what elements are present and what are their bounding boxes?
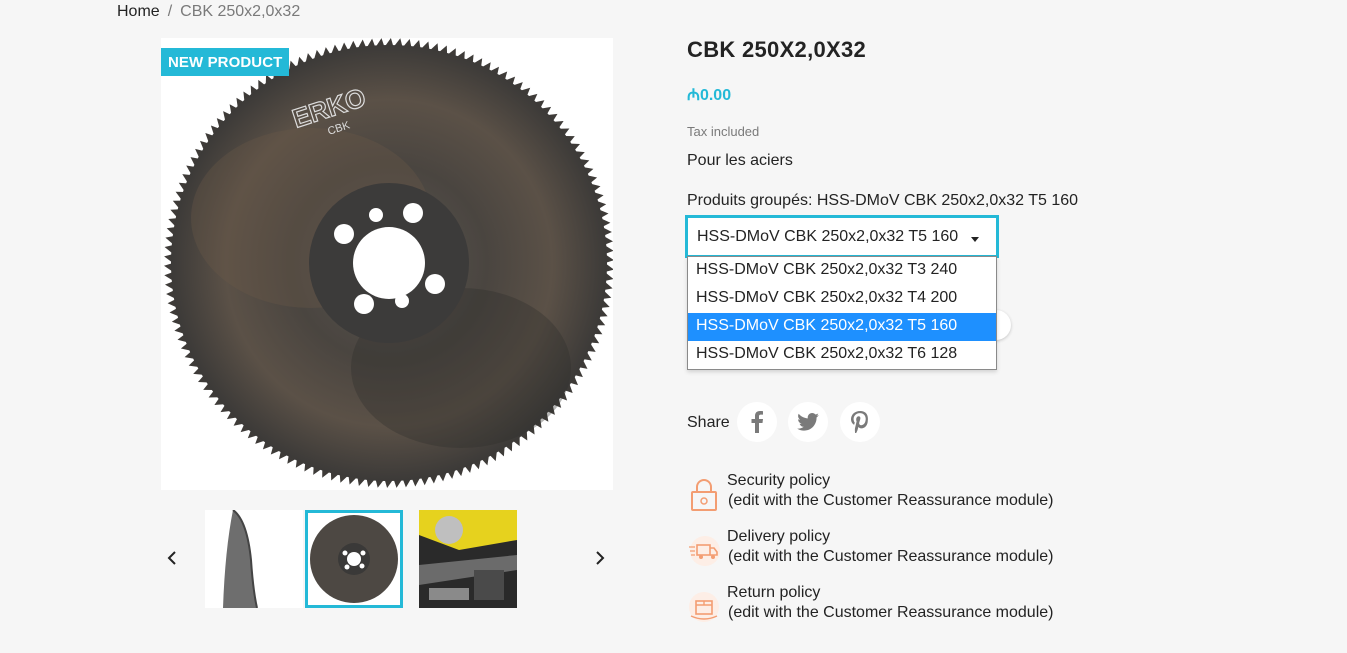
saw-blade-image: ERKO CBK bbox=[164, 38, 613, 488]
reassurance-subtitle: (edit with the Customer Reassurance modu… bbox=[728, 604, 1054, 621]
variant-option[interactable]: HSS-DMoV CBK 250x2,0x32 T4 200 bbox=[688, 285, 996, 313]
pinterest-icon bbox=[851, 411, 868, 433]
saw-machine-image bbox=[419, 510, 517, 608]
carousel-next-button[interactable] bbox=[589, 546, 611, 570]
reassurance-title: Return policy bbox=[727, 584, 821, 601]
reassurance-subtitle: (edit with the Customer Reassurance modu… bbox=[728, 548, 1054, 565]
reassurance-delivery: Delivery policy (edit with the Customer … bbox=[687, 528, 1107, 576]
variant-option[interactable]: HSS-DMoV CBK 250x2,0x32 T6 128 bbox=[688, 341, 996, 369]
thumbnail-front-view[interactable] bbox=[305, 510, 403, 608]
reassurance-return: Return policy (edit with the Customer Re… bbox=[687, 584, 1107, 632]
reassurance-title: Security policy bbox=[727, 472, 831, 489]
product-short-description: Pour les aciers bbox=[687, 152, 793, 169]
new-product-badge: NEW PRODUCT bbox=[161, 48, 290, 76]
variant-option[interactable]: HSS-DMoV CBK 250x2,0x32 T3 240 bbox=[688, 257, 996, 285]
facebook-icon bbox=[751, 411, 763, 433]
breadcrumb-separator: / bbox=[167, 3, 173, 20]
thumbnail-side-view[interactable] bbox=[205, 510, 303, 608]
chevron-left-icon bbox=[167, 551, 176, 565]
return-box-icon bbox=[689, 592, 719, 622]
share-twitter-button[interactable] bbox=[788, 402, 828, 442]
reassurance-title: Delivery policy bbox=[727, 528, 831, 545]
thumbnail-machine-view[interactable] bbox=[419, 510, 517, 608]
variant-select-value: HSS-DMoV CBK 250x2,0x32 T5 160 bbox=[697, 228, 959, 245]
grouped-products-label: Produits groupés: HSS-DMoV CBK 250x2,0x3… bbox=[687, 192, 1079, 209]
thumbnail-carousel bbox=[161, 510, 613, 608]
variant-option-selected[interactable]: HSS-DMoV CBK 250x2,0x32 T5 160 bbox=[688, 313, 996, 341]
reassurance-subtitle: (edit with the Customer Reassurance modu… bbox=[728, 492, 1054, 509]
breadcrumb: Home / CBK 250x2,0x32 bbox=[117, 3, 300, 21]
breadcrumb-home-link[interactable]: Home bbox=[117, 3, 160, 20]
delivery-truck-icon bbox=[689, 536, 720, 566]
product-main-image[interactable]: ERKO CBK bbox=[161, 38, 613, 490]
reassurance-security: Security policy (edit with the Customer … bbox=[687, 472, 1107, 520]
caret-down-icon bbox=[971, 237, 979, 242]
share-pinterest-button[interactable] bbox=[840, 402, 880, 442]
share-label: Share bbox=[687, 414, 730, 431]
breadcrumb-current: CBK 250x2,0x32 bbox=[180, 3, 301, 20]
variant-select[interactable]: HSS-DMoV CBK 250x2,0x32 T5 160 bbox=[685, 215, 999, 258]
blade-side-image bbox=[223, 510, 258, 608]
product-title: CBK 250X2,0X32 bbox=[687, 37, 867, 62]
chevron-right-icon bbox=[596, 551, 605, 565]
variant-dropdown-list: HSS-DMoV CBK 250x2,0x32 T3 240 HSS-DMoV … bbox=[687, 256, 997, 370]
tax-label: Tax included bbox=[687, 124, 760, 139]
lock-icon bbox=[691, 479, 717, 511]
share-facebook-button[interactable] bbox=[737, 402, 777, 442]
carousel-prev-button[interactable] bbox=[161, 546, 183, 570]
product-price: ₼0.00 bbox=[687, 87, 732, 104]
twitter-icon bbox=[797, 413, 819, 431]
blade-front-image bbox=[310, 515, 398, 603]
